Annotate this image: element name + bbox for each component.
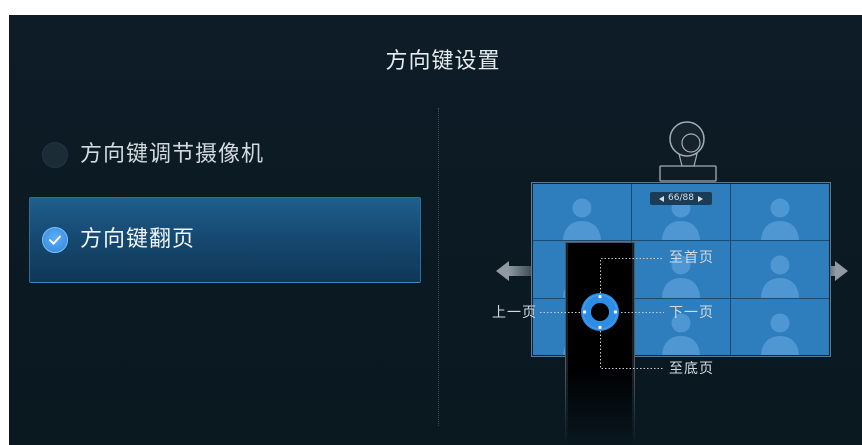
video-tile: [731, 298, 829, 355]
person-icon: [760, 251, 800, 297]
check-icon: [49, 235, 61, 245]
connector-last-page: [600, 331, 664, 369]
label-first-page: 至首页: [669, 250, 714, 266]
option-label: 方向键翻页: [80, 227, 196, 252]
person-icon: [760, 309, 800, 355]
label-next-page: 下一页: [669, 305, 714, 321]
label-prev-page: 上一页: [492, 305, 537, 321]
radio-button[interactable]: [42, 227, 68, 253]
vertical-divider: [438, 108, 439, 426]
video-tile: [731, 241, 829, 298]
next-triangle-icon: [697, 195, 703, 202]
video-tile: [731, 184, 829, 241]
dialog-header: 方向键设置: [9, 15, 862, 97]
prev-triangle-icon: [659, 195, 665, 202]
video-tile: [533, 184, 631, 241]
page-indicator: 66/88: [650, 192, 712, 205]
dialog-title: 方向键设置: [385, 49, 501, 74]
option-label: 方向键调节摄像机: [80, 142, 265, 167]
option-page-turn[interactable]: 方向键翻页: [29, 197, 421, 283]
camera-icon: [659, 121, 717, 182]
connector-lines: [540, 258, 664, 369]
page-indicator-text: 66/88: [668, 193, 694, 203]
person-icon: [562, 194, 602, 240]
person-icon: [760, 194, 800, 240]
radio-button[interactable]: [42, 142, 68, 168]
connector-first-page: [600, 258, 664, 293]
label-last-page: 至底页: [669, 361, 714, 377]
direction-key-settings-dialog: 方向键设置 方向键调节摄像机 方向键翻页 66/88 至首页 下一页 上一页 至…: [9, 15, 862, 445]
option-camera-control[interactable]: 方向键调节摄像机: [29, 112, 421, 198]
